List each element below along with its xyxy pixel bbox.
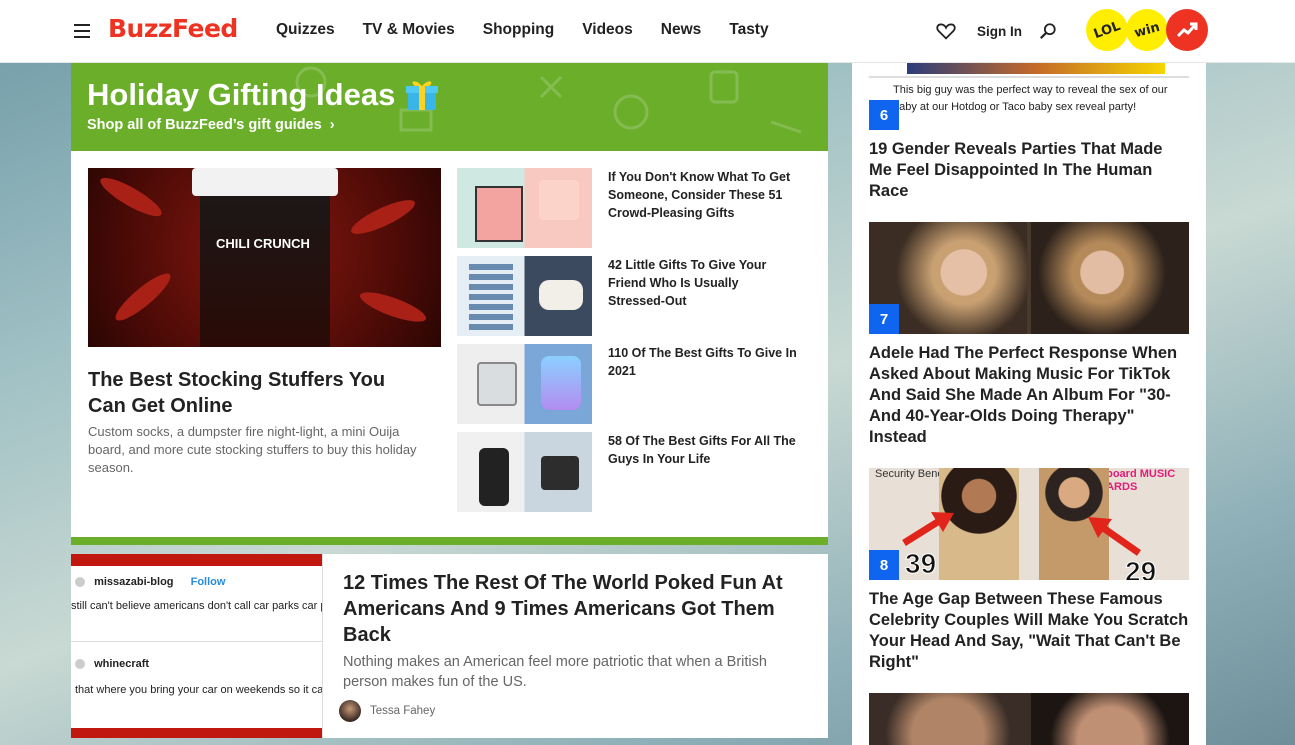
nav-tv-movies[interactable]: TV & Movies <box>363 21 455 39</box>
wallet-shape <box>541 456 579 490</box>
trending-title[interactable]: Adele Had The Perfect Response When Aske… <box>869 343 1189 448</box>
house-shape <box>475 186 523 242</box>
avatar <box>75 577 85 588</box>
age-label: 29 <box>1124 556 1157 581</box>
top-navigation-bar: BuzzFeed Quizzes TV & Movies Shopping Vi… <box>0 0 1295 63</box>
story-author[interactable]: Tessa Fahey <box>339 700 435 722</box>
arrow-icon <box>902 512 954 546</box>
gift-thumbnail[interactable] <box>457 344 592 424</box>
gift-item-title[interactable]: 110 Of The Best Gifts To Give In 2021 <box>608 344 798 380</box>
badge-group: LOL win <box>1080 3 1208 57</box>
featured-gift-title[interactable]: The Best Stocking Stuffers You Can Get O… <box>88 367 418 419</box>
trending-badge[interactable] <box>1166 9 1208 51</box>
photo-right <box>1031 693 1189 745</box>
story-title[interactable]: 12 Times The Rest Of The World Poked Fun… <box>343 570 813 648</box>
arrow-icon <box>1088 517 1142 556</box>
image-top-strip <box>71 554 322 566</box>
box-shape <box>539 180 579 220</box>
tumblr-post-text: that where you bring your car on weekend… <box>75 684 322 696</box>
bottle-shape <box>479 448 509 506</box>
gift-item-title[interactable]: If You Don't Know What To Get Someone, C… <box>608 168 798 222</box>
featured-gift-image[interactable]: CHILI CRUNCH <box>88 168 441 347</box>
photo-left <box>869 693 1027 745</box>
gifting-banner[interactable]: Holiday Gifting Ideas Shop all of BuzzFe… <box>71 62 828 151</box>
person-shape <box>539 280 583 310</box>
gift-list-item[interactable]: 110 Of The Best Gifts To Give In 2021 <box>457 344 812 424</box>
buzzfeed-logo[interactable]: BuzzFeed <box>108 14 238 43</box>
chili-decoration <box>96 171 166 223</box>
trending-title[interactable]: 19 Gender Reveals Parties That Made Me F… <box>869 139 1189 202</box>
gift-thumbnail[interactable] <box>457 432 592 512</box>
jar-lid <box>192 168 338 196</box>
tumblr-post-text: still can't believe americans don't call… <box>71 600 322 612</box>
gift-list-item[interactable]: 42 Little Gifts To Give Your Friend Who … <box>457 256 812 336</box>
heart-icon[interactable] <box>936 22 956 40</box>
image-bottom-strip <box>71 728 322 738</box>
author-avatar <box>339 700 361 722</box>
win-badge[interactable]: win <box>1121 4 1173 56</box>
photo-right <box>1031 222 1189 334</box>
trending-image[interactable] <box>869 693 1189 745</box>
divider <box>71 641 322 642</box>
gifting-title: Holiday Gifting Ideas <box>87 77 439 113</box>
rank-badge: 7 <box>869 304 899 334</box>
image-caption: This big guy was the perfect way to reve… <box>893 84 1168 113</box>
crystal-shape <box>541 356 581 410</box>
story-image[interactable]: missazabi-blog Follow still can't believ… <box>71 554 323 738</box>
cup-shape <box>477 362 517 406</box>
gift-guides-link-text: Shop all of BuzzFeed’s gift guides <box>87 117 322 133</box>
chili-decoration <box>357 286 429 328</box>
tumblr-user-row: whinecraft <box>75 658 149 670</box>
story-description: Nothing makes an American feel more patr… <box>343 654 767 690</box>
chili-decoration <box>347 194 419 240</box>
chili-decoration <box>110 267 176 327</box>
nav-shopping[interactable]: Shopping <box>483 21 554 39</box>
gift-item-title[interactable]: 58 Of The Best Gifts For All The Guys In… <box>608 432 798 468</box>
gift-item-title[interactable]: 42 Little Gifts To Give Your Friend Who … <box>608 256 798 310</box>
story-card[interactable]: missazabi-blog Follow still can't believ… <box>71 554 828 738</box>
gift-thumbnail[interactable] <box>457 256 592 336</box>
trending-title[interactable]: The Age Gap Between These Famous Celebri… <box>869 589 1189 673</box>
rank-badge: 6 <box>869 100 899 130</box>
gift-list-item[interactable]: If You Don't Know What To Get Someone, C… <box>457 168 812 248</box>
gifting-panel: CHILI CRUNCH The Best Stocking Stuffers … <box>71 151 828 537</box>
trending-column: This big guy was the perfect way to reve… <box>852 0 1206 745</box>
jar-label: CHILI CRUNCH <box>216 236 310 251</box>
chevron-right-icon: › <box>325 117 335 133</box>
shelf-shape <box>469 264 513 330</box>
featured-gift-description: Custom socks, a dumpster fire night-ligh… <box>88 424 417 475</box>
nav-videos[interactable]: Videos <box>582 21 633 39</box>
nav-tasty[interactable]: Tasty <box>729 21 768 39</box>
trending-image[interactable] <box>869 222 1189 334</box>
author-name[interactable]: Tessa Fahey <box>370 705 435 717</box>
nav-quizzes[interactable]: Quizzes <box>276 21 335 39</box>
nav-news[interactable]: News <box>661 21 702 39</box>
gift-list-item[interactable]: 58 Of The Best Gifts For All The Guys In… <box>457 432 812 512</box>
gift-icon <box>406 81 439 110</box>
follow-label: Follow <box>190 576 226 588</box>
avatar <box>75 659 85 670</box>
gifting-title-text: Holiday Gifting Ideas <box>87 77 396 112</box>
menu-icon[interactable] <box>74 24 90 38</box>
tumblr-username: missazabi-blog <box>94 576 174 588</box>
image-divider <box>869 76 1189 78</box>
gift-thumbnail[interactable] <box>457 168 592 248</box>
main-nav: Quizzes TV & Movies Shopping Videos News… <box>276 21 769 39</box>
tumblr-username: whinecraft <box>94 658 150 670</box>
tumblr-user-row: missazabi-blog Follow <box>75 576 225 588</box>
rank-badge: 8 <box>869 550 899 580</box>
sign-in-link[interactable]: Sign In <box>977 24 1022 39</box>
gift-guides-link[interactable]: Shop all of BuzzFeed’s gift guides › <box>87 117 335 133</box>
gifting-bottom-bar <box>71 537 828 545</box>
search-icon[interactable] <box>1039 22 1057 40</box>
trending-icon <box>1176 22 1198 38</box>
trending-image[interactable]: Security Benefit Billboard MUSIC AWARDS … <box>869 468 1189 580</box>
age-label: 39 <box>904 548 937 580</box>
